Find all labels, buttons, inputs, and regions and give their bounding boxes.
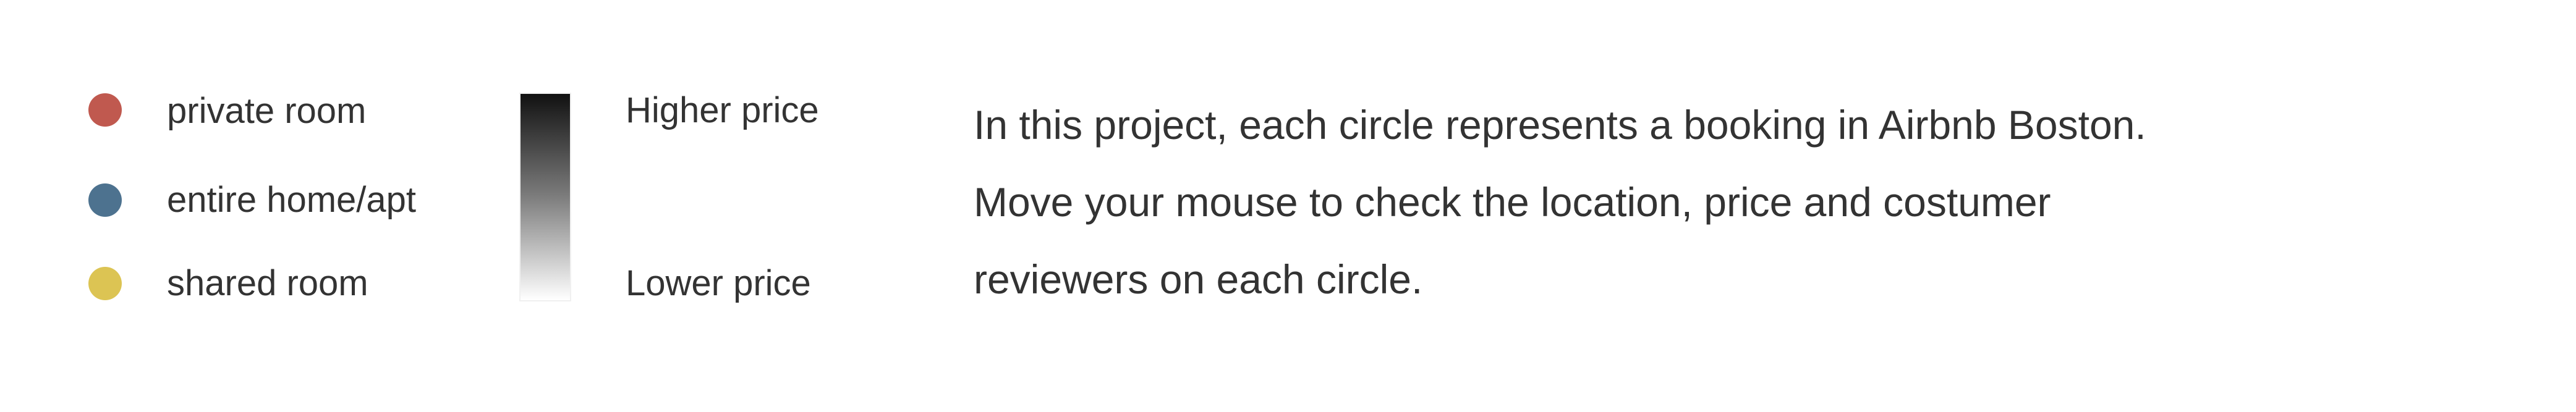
higher-price-label: Higher price	[626, 90, 819, 130]
shared-room-dot	[88, 267, 122, 300]
entire-home-label: entire home/apt	[167, 180, 417, 220]
shared-room-label: shared room	[167, 263, 368, 303]
private-room-dot	[88, 93, 122, 127]
description-line-2: Move your mouse to check the location, p…	[974, 179, 2051, 225]
description-line-3: reviewers on each circle.	[974, 256, 1423, 302]
lower-price-label: Lower price	[626, 263, 811, 303]
price-gradient-bar	[519, 93, 571, 301]
description-line-1: In this project, each circle represents …	[974, 102, 2146, 148]
entire-home-dot	[88, 183, 122, 217]
private-room-label: private room	[167, 91, 367, 131]
project-description: In this project, each circle represents …	[974, 86, 2334, 318]
